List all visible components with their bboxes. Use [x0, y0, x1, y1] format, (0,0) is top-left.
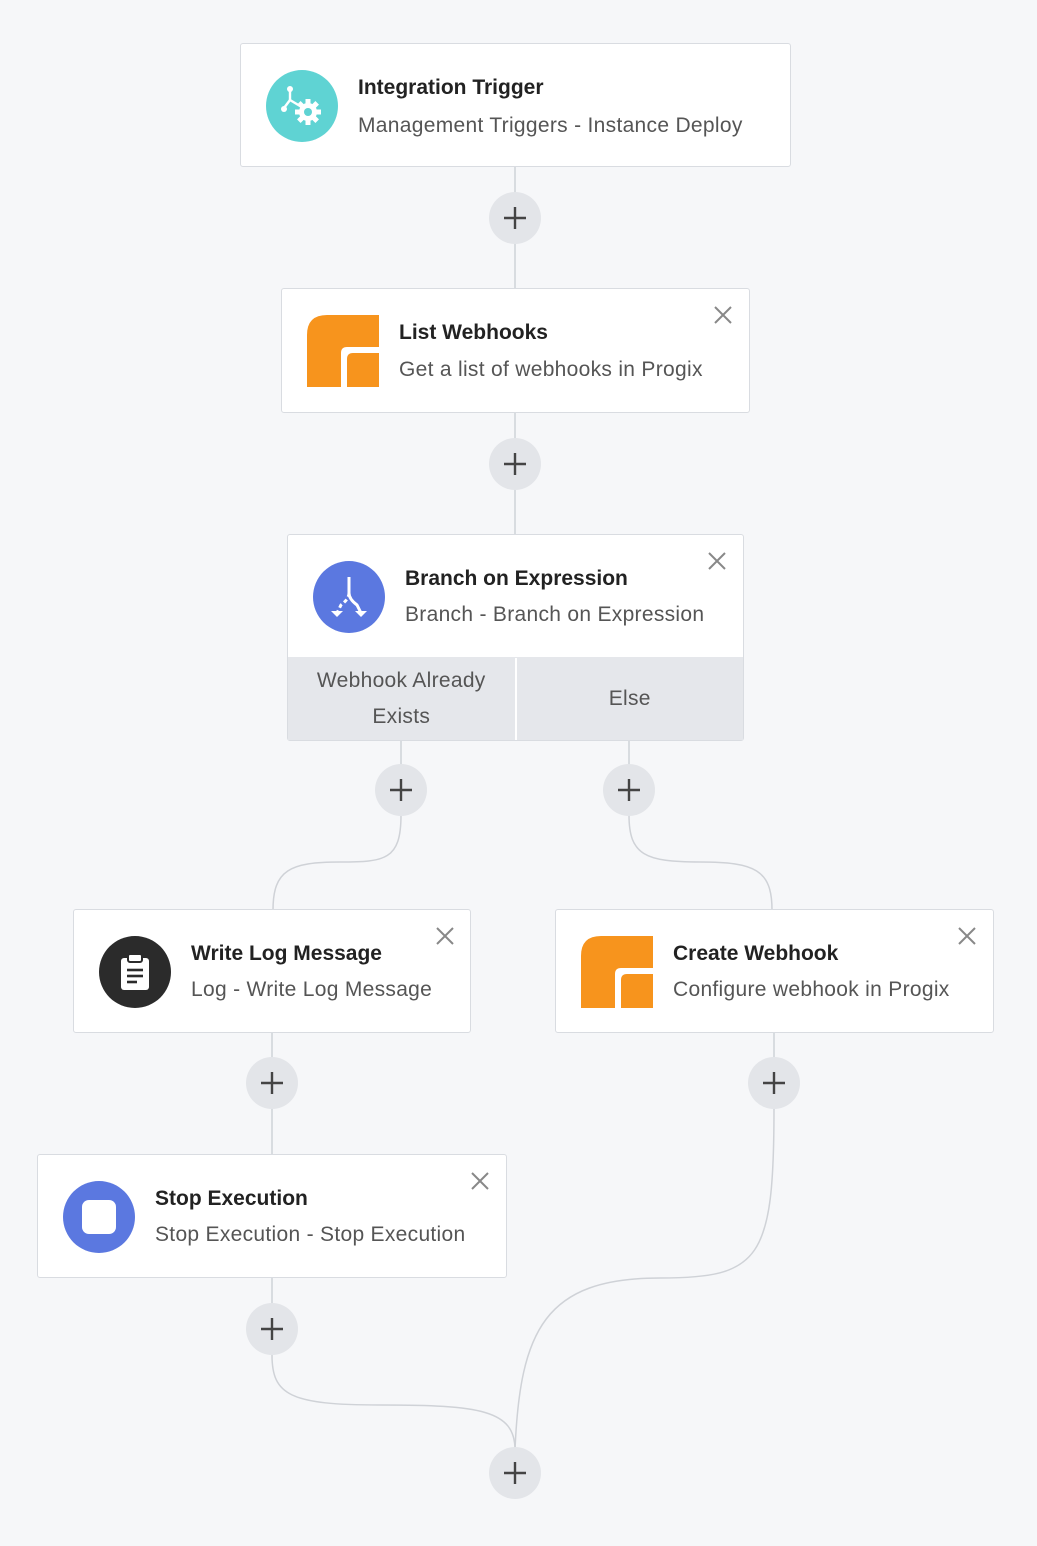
stop-execution-card[interactable]: Stop Execution Stop Execution - Stop Exe… — [37, 1154, 507, 1278]
step-title: Create Webhook — [673, 942, 839, 965]
add-step-button[interactable] — [489, 1447, 541, 1499]
add-step-button[interactable] — [489, 438, 541, 490]
step-title: List Webhooks — [399, 321, 548, 344]
branch-option-webhook-exists[interactable]: Webhook Already Exists — [288, 658, 515, 740]
stop-icon — [63, 1181, 135, 1253]
branch-card[interactable]: Branch on Expression Branch - Branch on … — [287, 534, 744, 741]
branch-options: Webhook Already Exists Else — [288, 657, 743, 740]
add-step-button[interactable] — [246, 1057, 298, 1109]
progix-logo-icon — [581, 936, 653, 1008]
close-icon[interactable] — [469, 1170, 491, 1192]
add-step-button[interactable] — [748, 1057, 800, 1109]
step-subtitle: Log - Write Log Message — [191, 978, 433, 1001]
step-subtitle: Get a list of webhooks in Progix — [399, 358, 703, 381]
integration-trigger-icon — [266, 70, 338, 142]
close-icon[interactable] — [956, 925, 978, 947]
plus-icon — [504, 453, 526, 475]
plus-icon — [504, 207, 526, 229]
step-subtitle: Configure webhook in Progix — [673, 978, 950, 1001]
write-log-card[interactable]: Write Log Message Log - Write Log Messag… — [73, 909, 471, 1033]
step-title: Stop Execution — [155, 1187, 308, 1210]
step-title: Integration Trigger — [358, 76, 544, 99]
close-icon[interactable] — [712, 304, 734, 326]
step-title: Write Log Message — [191, 942, 382, 965]
step-subtitle: Branch - Branch on Expression — [405, 603, 705, 626]
connector — [271, 1354, 516, 1451]
plus-icon — [390, 779, 412, 801]
branch-icon — [313, 561, 385, 633]
plus-icon — [261, 1072, 283, 1094]
connector — [272, 814, 402, 911]
connector — [628, 814, 773, 911]
integration-trigger-card[interactable]: Integration Trigger Management Triggers … — [240, 43, 791, 167]
plus-icon — [618, 779, 640, 801]
add-step-button[interactable] — [603, 764, 655, 816]
progix-logo-icon — [307, 315, 379, 387]
step-subtitle: Management Triggers - Instance Deploy — [358, 114, 743, 137]
close-icon[interactable] — [434, 925, 456, 947]
connector — [514, 1107, 775, 1451]
add-step-button[interactable] — [489, 192, 541, 244]
add-step-button[interactable] — [375, 764, 427, 816]
list-webhooks-card[interactable]: List Webhooks Get a list of webhooks in … — [281, 288, 750, 413]
branch-option-else[interactable]: Else — [514, 658, 744, 740]
add-step-button[interactable] — [246, 1303, 298, 1355]
step-subtitle: Stop Execution - Stop Execution — [155, 1223, 466, 1246]
create-webhook-card[interactable]: Create Webhook Configure webhook in Prog… — [555, 909, 994, 1033]
plus-icon — [261, 1318, 283, 1340]
clipboard-icon — [99, 936, 171, 1008]
step-title: Branch on Expression — [405, 567, 628, 590]
plus-icon — [504, 1462, 526, 1484]
plus-icon — [763, 1072, 785, 1094]
close-icon[interactable] — [706, 550, 728, 572]
